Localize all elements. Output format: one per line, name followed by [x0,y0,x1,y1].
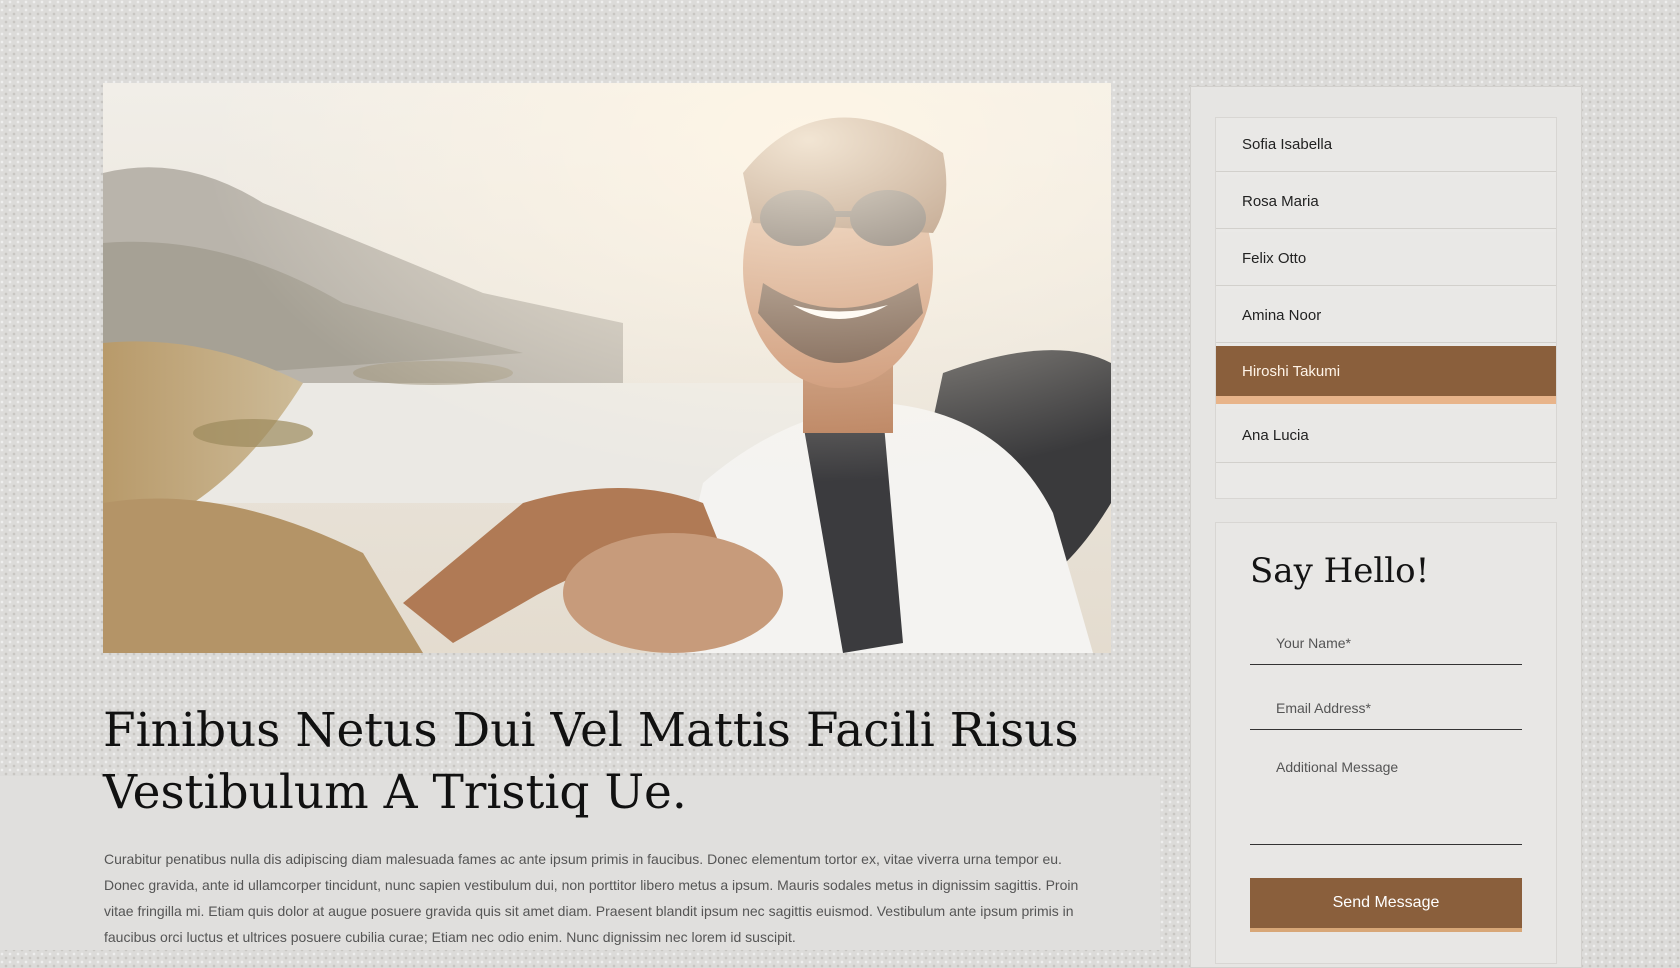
name-tab-list: Sofia Isabella Rosa Maria Felix Otto Ami… [1215,117,1557,499]
send-message-button[interactable]: Send Message [1250,878,1522,932]
form-title: Say Hello! [1250,551,1430,591]
tab-amina-noor[interactable]: Amina Noor [1216,289,1556,343]
name-field[interactable] [1250,615,1522,664]
hero-image [103,83,1111,653]
email-field-wrapper [1250,680,1522,730]
tab-sofia-isabella[interactable]: Sofia Isabella [1216,118,1556,172]
article-headline: Finibus Netus Dui Vel Mattis Facili Risu… [103,703,1079,820]
contact-form: Say Hello! Send Message [1215,522,1557,964]
name-field-wrapper [1250,615,1522,665]
tab-felix-otto[interactable]: Felix Otto [1216,232,1556,286]
article-body: Curabitur penatibus nulla dis adipiscing… [104,851,1079,945]
email-field[interactable] [1250,680,1522,729]
tab-hiroshi-takumi[interactable]: Hiroshi Takumi [1216,346,1556,404]
message-field-wrapper [1250,745,1522,845]
tab-rosa-maria[interactable]: Rosa Maria [1216,175,1556,229]
tab-ana-lucia[interactable]: Ana Lucia [1216,409,1556,463]
sidebar: Sofia Isabella Rosa Maria Felix Otto Ami… [1190,86,1582,968]
message-field[interactable] [1250,745,1522,844]
